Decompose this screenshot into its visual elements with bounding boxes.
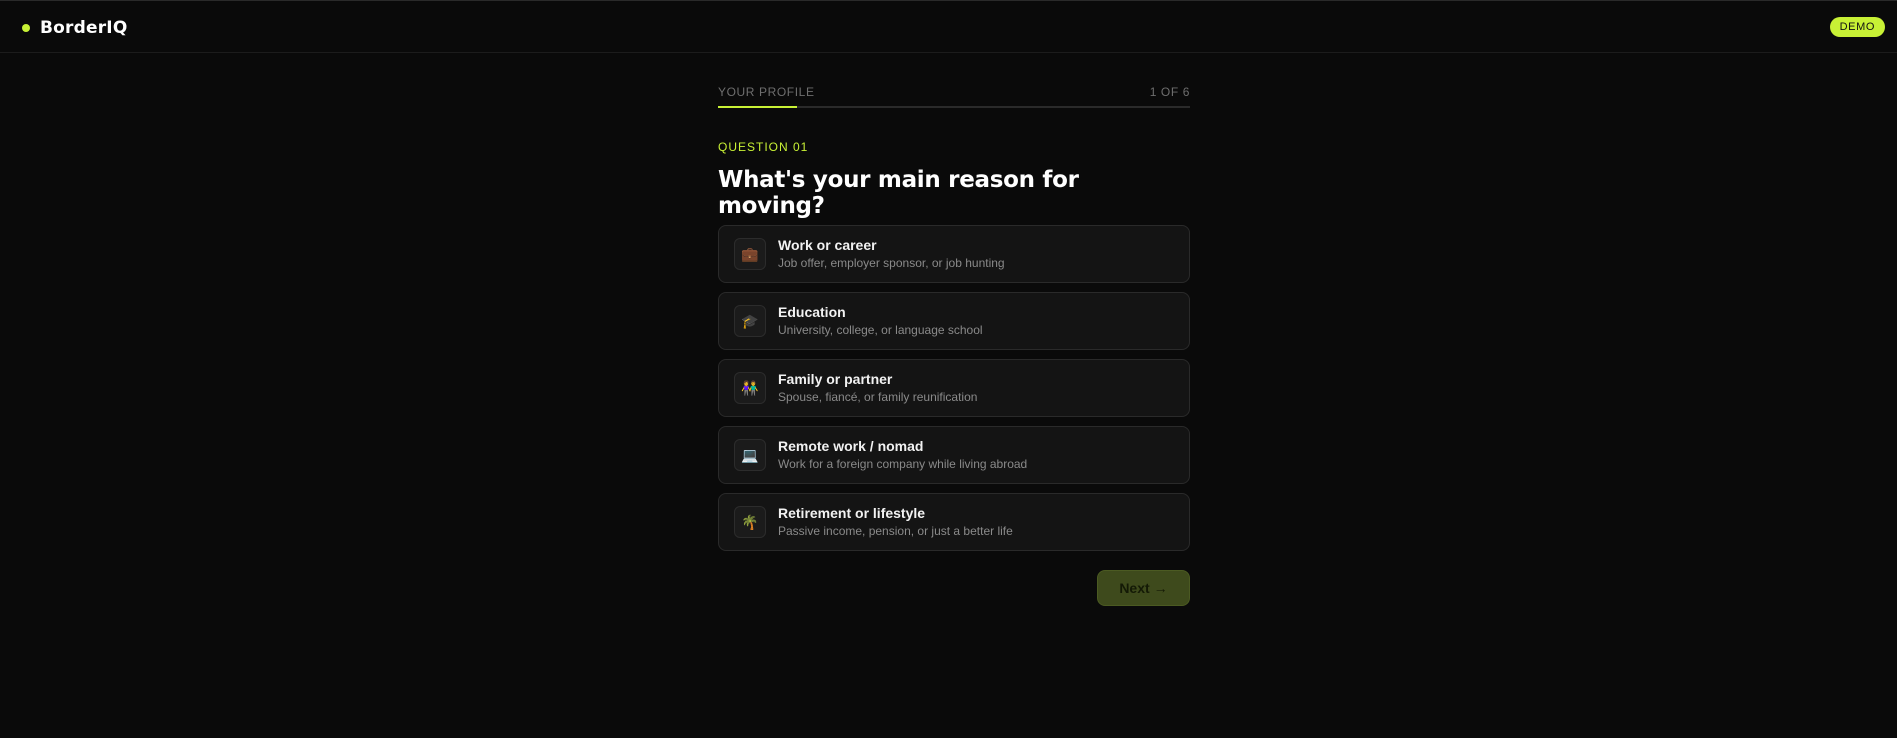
- brand-logo[interactable]: BorderIQ: [22, 17, 127, 39]
- progress-header: YOUR PROFILE 1 OF 6: [718, 83, 1190, 100]
- option-title: Remote work / nomad: [778, 438, 924, 454]
- option-list: 💼 Work or career Job offer, employer spo…: [718, 225, 1190, 551]
- option-description: University, college, or language school: [778, 323, 983, 337]
- progress-step-count: 1 OF 6: [1149, 84, 1190, 99]
- brand-name: BorderIQ: [40, 18, 128, 38]
- progress-bar: [718, 106, 1190, 108]
- option-text: Work or career Job offer, employer spons…: [778, 237, 1005, 271]
- option-description: Work for a foreign company while living …: [778, 457, 1028, 471]
- family-icon: 👫: [734, 372, 766, 404]
- question-title: What's your main reason for moving?: [718, 167, 1079, 219]
- option-text: Remote work / nomad Work for a foreign c…: [778, 438, 1027, 472]
- option-retirement-lifestyle[interactable]: 🌴 Retirement or lifestyle Passive income…: [718, 493, 1190, 551]
- option-title: Retirement or lifestyle: [778, 505, 926, 521]
- demo-badge: DEMO: [1829, 17, 1885, 37]
- option-description: Spouse, fiancé, or family reunification: [778, 390, 978, 404]
- option-text: Family or partner Spouse, fiancé, or fam…: [778, 371, 977, 405]
- palm-tree-icon: 🌴: [734, 506, 766, 538]
- progress-section-label: YOUR PROFILE: [718, 84, 815, 99]
- option-education[interactable]: 🎓 Education University, college, or lang…: [718, 292, 1190, 350]
- arrow-right-icon: →: [1153, 580, 1168, 596]
- option-family-partner[interactable]: 👫 Family or partner Spouse, fiancé, or f…: [718, 359, 1190, 417]
- actions-row: Next →: [718, 570, 1190, 606]
- graduation-cap-icon: 🎓: [734, 305, 766, 337]
- option-description: Passive income, pension, or just a bette…: [778, 524, 1013, 538]
- option-description: Job offer, employer sponsor, or job hunt…: [778, 256, 1005, 270]
- option-remote-work[interactable]: 💻 Remote work / nomad Work for a foreign…: [718, 426, 1190, 484]
- option-title: Family or partner: [778, 371, 893, 387]
- option-title: Education: [778, 304, 846, 320]
- option-work-career[interactable]: 💼 Work or career Job offer, employer spo…: [718, 225, 1190, 283]
- laptop-icon: 💻: [734, 439, 766, 471]
- option-text: Education University, college, or langua…: [778, 304, 983, 338]
- option-text: Retirement or lifestyle Passive income, …: [778, 505, 1013, 539]
- questionnaire: YOUR PROFILE 1 OF 6 QUESTION 01 What's y…: [718, 83, 1190, 606]
- option-title: Work or career: [778, 237, 877, 253]
- briefcase-icon: 💼: [734, 238, 766, 270]
- next-button-label: Next: [1119, 580, 1150, 596]
- brand-dot-icon: [22, 24, 30, 32]
- next-button[interactable]: Next →: [1097, 570, 1190, 606]
- question-number: QUESTION 01: [718, 140, 809, 154]
- progress-bar-fill: [718, 106, 797, 108]
- top-bar: BorderIQ DEMO: [0, 0, 1897, 53]
